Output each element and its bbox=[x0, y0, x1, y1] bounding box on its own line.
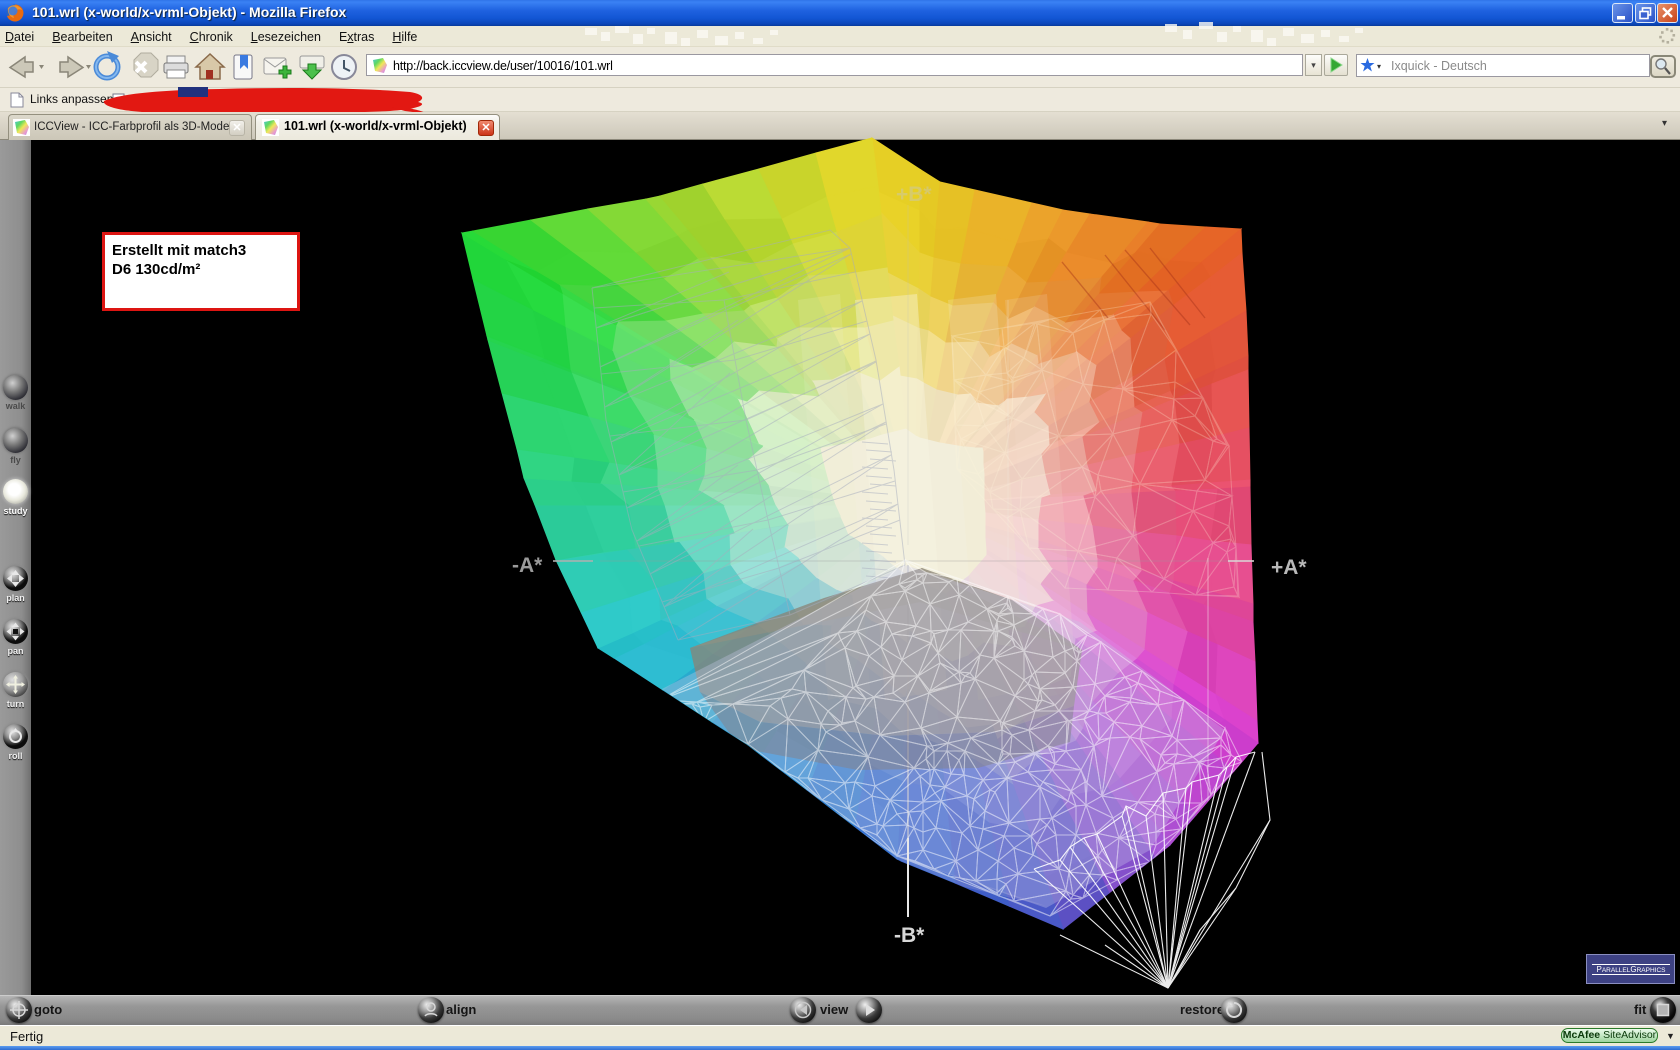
svg-text:-B*: -B* bbox=[894, 924, 925, 947]
svg-text:-A*: -A* bbox=[512, 554, 543, 577]
svg-text:+B*: +B* bbox=[896, 183, 932, 206]
svg-text:+A*: +A* bbox=[1271, 556, 1307, 579]
